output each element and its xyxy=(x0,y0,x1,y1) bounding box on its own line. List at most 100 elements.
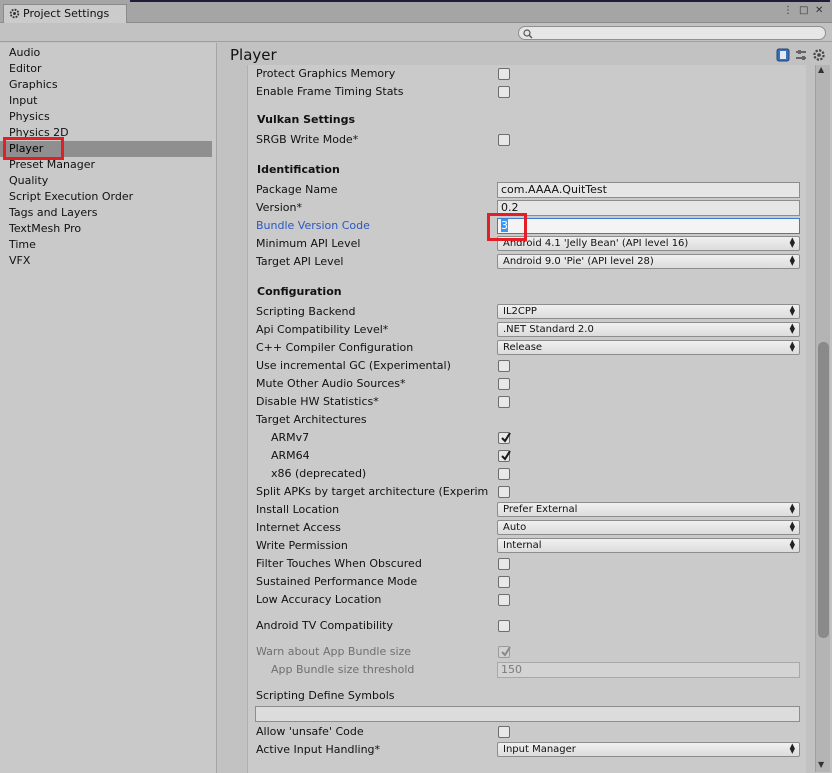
dropdown-value: Prefer External xyxy=(503,504,578,515)
player-settings-panel: Player Protect Graphics Memory Enable Fr… xyxy=(218,43,832,773)
protect-graphics-memory-checkbox[interactable] xyxy=(498,68,510,80)
internet-access-dropdown[interactable]: Auto ▲ ▼ xyxy=(497,520,800,535)
row-version: Version* 0.2 xyxy=(248,199,807,217)
dropdown-arrows-icon: ▲ ▼ xyxy=(789,304,795,317)
close-icon[interactable]: ✕ xyxy=(815,6,823,16)
highlight-box-player xyxy=(3,137,64,160)
android-tv-checkbox[interactable] xyxy=(498,620,510,632)
checkmark-icon xyxy=(501,450,511,461)
row-incremental-gc: Use incremental GC (Experimental) xyxy=(248,357,807,375)
srgb-write-mode-checkbox[interactable] xyxy=(498,134,510,146)
sidebar-item-physics[interactable]: Physics xyxy=(0,109,212,125)
scripting-backend-dropdown[interactable]: IL2CPP ▲ ▼ xyxy=(497,304,800,319)
label: Low Accuracy Location xyxy=(256,593,382,606)
row-warn-app-bundle: Warn about App Bundle size xyxy=(248,643,807,661)
split-apks-checkbox[interactable] xyxy=(498,486,510,498)
minimum-api-level-dropdown[interactable]: Android 4.1 'Jelly Bean' (API level 16) ▲… xyxy=(497,236,800,251)
arm64-checkbox[interactable] xyxy=(498,450,511,462)
scripting-define-symbols-input[interactable] xyxy=(255,706,800,722)
dropdown-arrows-icon: ▲ ▼ xyxy=(789,322,795,335)
scrollbar-thumb[interactable] xyxy=(818,342,829,638)
sidebar-item-time[interactable]: Time xyxy=(0,237,212,253)
sidebar-item-textmesh-pro[interactable]: TextMesh Pro xyxy=(0,221,212,237)
section-identification: Identification xyxy=(257,163,340,176)
bundle-version-code-input[interactable]: 3 xyxy=(497,218,800,234)
x86-checkbox[interactable] xyxy=(498,468,510,480)
row-protect-graphics-memory: Protect Graphics Memory xyxy=(248,65,807,83)
label: Install Location xyxy=(256,503,340,516)
dropdown-arrows-icon: ▲ ▼ xyxy=(789,742,795,755)
armv7-checkbox[interactable] xyxy=(498,432,511,444)
sustained-performance-checkbox[interactable] xyxy=(498,576,510,588)
dropdown-value: Input Manager xyxy=(503,744,576,755)
dropdown-arrows-icon: ▲ ▼ xyxy=(789,502,795,515)
warn-app-bundle-checkbox[interactable] xyxy=(498,646,511,658)
sidebar-item-graphics[interactable]: Graphics xyxy=(0,77,212,93)
row-allow-unsafe-code: Allow 'unsafe' Code xyxy=(248,723,807,741)
label: SRGB Write Mode* xyxy=(256,133,359,146)
search-input[interactable] xyxy=(518,26,826,40)
help-book-icon[interactable] xyxy=(776,48,790,62)
write-permission-dropdown[interactable]: Internal ▲ ▼ xyxy=(497,538,800,553)
dropdown-value: Internal xyxy=(503,540,542,551)
disable-hw-statistics-checkbox[interactable] xyxy=(498,396,510,408)
project-settings-tab[interactable]: Project Settings xyxy=(3,4,127,23)
sidebar-item-vfx[interactable]: VFX xyxy=(0,253,212,269)
window-titlebar: Project Settings ⋮ □ ✕ xyxy=(0,0,832,23)
enable-frame-timing-checkbox[interactable] xyxy=(498,86,510,98)
row-android-tv: Android TV Compatibility xyxy=(248,617,807,635)
app-bundle-threshold-input[interactable]: 150 xyxy=(497,662,800,678)
sidebar-item-input[interactable]: Input xyxy=(0,93,212,109)
label: Target Architectures xyxy=(256,413,367,426)
sidebar-item-editor[interactable]: Editor xyxy=(0,61,212,77)
version-input[interactable]: 0.2 xyxy=(497,200,800,216)
api-compatibility-level-dropdown[interactable]: .NET Standard 2.0 ▲ ▼ xyxy=(497,322,800,337)
package-name-input[interactable]: com.AAAA.QuitTest xyxy=(497,182,800,198)
row-armv7: ARMv7 xyxy=(248,429,807,447)
player-settings-list: Protect Graphics Memory Enable Frame Tim… xyxy=(247,65,806,773)
target-api-level-dropdown[interactable]: Android 9.0 'Pie' (API level 28) ▲ ▼ xyxy=(497,254,800,269)
dropdown-arrows-icon: ▲ ▼ xyxy=(789,520,795,533)
row-scripting-backend: Scripting Backend IL2CPP ▲ ▼ xyxy=(248,303,807,321)
row-sustained-performance: Sustained Performance Mode xyxy=(248,573,807,591)
dropdown-arrows-icon: ▲ ▼ xyxy=(789,538,795,551)
row-filter-touches: Filter Touches When Obscured xyxy=(248,555,807,573)
cpp-compiler-configuration-dropdown[interactable]: Release ▲ ▼ xyxy=(497,340,800,355)
window-menu-icon[interactable]: ⋮ xyxy=(783,6,793,16)
highlight-box-bundle-version-code xyxy=(487,213,527,241)
row-split-apks: Split APKs by target architecture (Exper… xyxy=(248,483,807,501)
scroll-up-icon[interactable]: ▲ xyxy=(818,65,824,74)
vertical-scrollbar[interactable]: ▲ ▼ xyxy=(815,65,830,772)
dropdown-value: Release xyxy=(503,342,543,353)
scroll-down-icon[interactable]: ▼ xyxy=(818,760,824,769)
row-target-api-level: Target API Level Android 9.0 'Pie' (API … xyxy=(248,253,807,271)
settings-sliders-icon[interactable] xyxy=(794,48,808,62)
label: Target API Level xyxy=(256,255,344,268)
incremental-gc-checkbox[interactable] xyxy=(498,360,510,372)
sidebar-item-tags-and-layers[interactable]: Tags and Layers xyxy=(0,205,212,221)
label: Split APKs by target architecture (Exper… xyxy=(256,485,489,498)
allow-unsafe-code-checkbox[interactable] xyxy=(498,726,510,738)
label: C++ Compiler Configuration xyxy=(256,341,414,354)
sidebar-item-audio[interactable]: Audio xyxy=(0,45,212,61)
filter-touches-checkbox[interactable] xyxy=(498,558,510,570)
sidebar-item-script-execution-order[interactable]: Script Execution Order xyxy=(0,189,212,205)
sidebar-item-quality[interactable]: Quality xyxy=(0,173,212,189)
row-target-architectures: Target Architectures xyxy=(248,411,807,429)
row-cpp-compiler-configuration: C++ Compiler Configuration Release ▲ ▼ xyxy=(248,339,807,357)
checkmark-icon xyxy=(501,646,511,657)
maximize-icon[interactable]: □ xyxy=(799,6,808,16)
window-title: Project Settings xyxy=(23,7,110,20)
low-accuracy-location-checkbox[interactable] xyxy=(498,594,510,606)
label: Use incremental GC (Experimental) xyxy=(256,359,451,372)
label: x86 (deprecated) xyxy=(271,467,367,480)
active-input-handling-dropdown[interactable]: Input Manager ▲ ▼ xyxy=(497,742,800,757)
row-install-location: Install Location Prefer External ▲ ▼ xyxy=(248,501,807,519)
mute-other-audio-checkbox[interactable] xyxy=(498,378,510,390)
row-app-bundle-threshold: App Bundle size threshold 150 xyxy=(248,661,807,679)
label: Warn about App Bundle size xyxy=(256,645,412,658)
gear-icon[interactable] xyxy=(812,48,826,62)
label: Allow 'unsafe' Code xyxy=(256,725,364,738)
install-location-dropdown[interactable]: Prefer External ▲ ▼ xyxy=(497,502,800,517)
row-disable-hw-statistics: Disable HW Statistics* xyxy=(248,393,807,411)
